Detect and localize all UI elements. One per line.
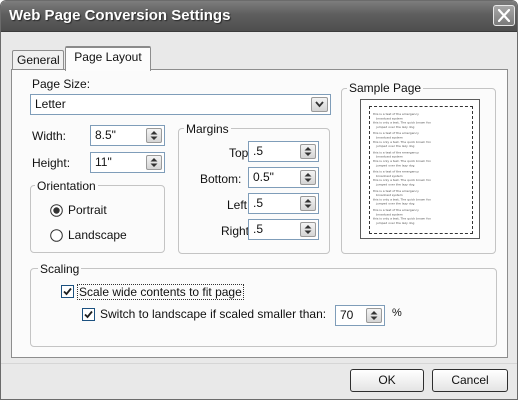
margin-top-spinner[interactable]: .5	[248, 141, 319, 162]
height-spinner[interactable]: 11"	[90, 152, 165, 173]
sample-text-line: jumped over the lazy dog	[375, 163, 415, 167]
margin-bottom-value: 0.5"	[253, 170, 274, 184]
margin-bottom-spin-buttons[interactable]	[300, 170, 316, 185]
orientation-group-title: Orientation	[35, 179, 98, 193]
scale-threshold-spin-buttons[interactable]	[366, 308, 382, 323]
portrait-label[interactable]: Portrait	[68, 203, 107, 217]
scale-wide-checkbox[interactable]	[61, 285, 74, 298]
height-label: Height:	[32, 156, 71, 170]
margin-bottom-label: Bottom:	[200, 172, 242, 186]
sample-page-preview: this is a test of the emergency broadcast…	[360, 99, 480, 239]
page-size-select[interactable]: Letter	[30, 94, 331, 115]
height-spin-buttons[interactable]	[146, 155, 162, 170]
scale-wide-label[interactable]: Scale wide contents to fit page	[77, 284, 244, 300]
sample-text-line: jumped over the lazy dog	[375, 221, 415, 225]
margins-group-title: Margins	[184, 122, 231, 136]
margin-left-label: Left:	[227, 198, 251, 212]
spin-arrows-icon	[304, 173, 312, 182]
spin-arrows-icon	[304, 199, 312, 208]
width-value: 8.5"	[95, 128, 116, 142]
width-label: Width:	[32, 129, 67, 143]
percent-unit: %	[392, 307, 402, 319]
scale-threshold-spinner[interactable]: 70	[335, 305, 385, 326]
scale-threshold-value: 70	[340, 308, 354, 322]
margin-right-spin-buttons[interactable]	[300, 222, 316, 237]
tab-general[interactable]: General	[12, 50, 64, 70]
checkmark-icon	[84, 310, 93, 319]
sample-text-lines: this is a test of the emergencybroadcast…	[373, 112, 431, 225]
page-size-value: Letter	[35, 97, 66, 111]
sample-text-line: jumped over the lazy dog	[375, 144, 415, 148]
close-button[interactable]	[493, 5, 515, 26]
margin-bottom-spinner[interactable]: 0.5"	[248, 167, 319, 188]
height-value: 11"	[95, 155, 112, 169]
radio-landscape[interactable]	[50, 229, 63, 242]
scaling-group-title: Scaling	[38, 262, 82, 276]
cancel-button[interactable]: Cancel	[432, 369, 508, 392]
margin-right-value: .5	[253, 222, 264, 236]
width-spinner[interactable]: 8.5"	[90, 125, 165, 146]
sample-page-group-title: Sample Page	[347, 81, 424, 95]
sample-text-line: jumped over the lazy dog	[375, 183, 415, 187]
switch-landscape-label[interactable]: Switch to landscape if scaled smaller th…	[100, 307, 326, 321]
checkmark-icon	[63, 287, 72, 296]
spin-arrows-icon	[370, 311, 378, 320]
sample-page-sheet: this is a test of the emergency broadcast…	[369, 106, 473, 234]
margin-right-spinner[interactable]: .5	[248, 219, 319, 240]
spin-arrows-icon	[150, 131, 158, 140]
window-title: Web Page Conversion Settings	[9, 7, 231, 24]
title-bar[interactable]: Web Page Conversion Settings	[1, 1, 517, 32]
dialog-window: Web Page Conversion Settings General Pag…	[0, 0, 518, 400]
page-size-label: Page Size:	[32, 77, 91, 91]
radio-portrait[interactable]	[50, 204, 63, 217]
margin-left-spinner[interactable]: .5	[248, 193, 319, 214]
spin-arrows-icon	[304, 147, 312, 156]
chevron-down-icon	[315, 101, 324, 108]
tab-page-layout[interactable]: Page Layout	[65, 46, 151, 71]
landscape-label[interactable]: Landscape	[68, 228, 127, 242]
orientation-group	[30, 185, 165, 253]
width-spin-buttons[interactable]	[146, 128, 162, 143]
margin-top-value: .5	[253, 144, 264, 158]
ok-button[interactable]: OK	[350, 369, 424, 392]
spin-arrows-icon	[150, 158, 158, 167]
margin-left-value: .5	[253, 196, 264, 210]
switch-landscape-checkbox[interactable]	[82, 308, 95, 321]
sample-text-line: jumped over the lazy dog	[375, 202, 415, 206]
page-size-dropdown-button[interactable]	[311, 97, 328, 112]
close-icon	[498, 9, 510, 22]
sample-text-line: jumped over the lazy dog	[375, 125, 415, 129]
margin-left-spin-buttons[interactable]	[300, 196, 316, 211]
spin-arrows-icon	[304, 225, 312, 234]
footer-divider	[1, 363, 517, 364]
margin-top-spin-buttons[interactable]	[300, 144, 316, 159]
